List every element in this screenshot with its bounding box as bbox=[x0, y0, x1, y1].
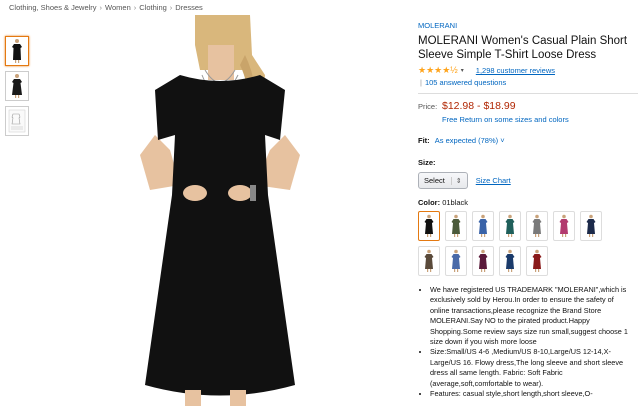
size-label: Size: bbox=[418, 158, 436, 167]
color-label: Color: bbox=[418, 198, 441, 207]
dress-swatch-icon bbox=[505, 249, 515, 272]
answered-questions: | 105 answered questions bbox=[418, 78, 638, 87]
dress-swatch-icon bbox=[424, 249, 434, 272]
star-rating-icon[interactable]: ★★★★½ bbox=[418, 65, 458, 76]
breadcrumb-link-2[interactable]: Clothing bbox=[139, 3, 167, 12]
dress-swatch-icon bbox=[559, 214, 569, 237]
color-swatch[interactable] bbox=[445, 211, 467, 241]
size-row: Select ⇕ Size Chart bbox=[418, 172, 638, 189]
color-swatch[interactable] bbox=[445, 246, 467, 276]
price-value: $12.98 - $18.99 bbox=[442, 100, 516, 112]
thumbnail-strip bbox=[5, 36, 31, 141]
divider bbox=[418, 93, 638, 94]
color-swatch[interactable] bbox=[553, 211, 575, 241]
breadcrumb-sep: › bbox=[169, 3, 173, 12]
dress-swatch-icon bbox=[424, 214, 434, 237]
color-swatch[interactable] bbox=[526, 246, 548, 276]
color-value: 01black bbox=[442, 198, 469, 207]
customer-reviews-link[interactable]: 1,298 customer reviews bbox=[476, 66, 555, 75]
feature-bullet: Features: casual style,short length,shor… bbox=[430, 389, 632, 399]
color-swatches bbox=[418, 211, 628, 281]
breadcrumb-sep: › bbox=[99, 3, 103, 12]
breadcrumb: Clothing, Shoes & Jewelry › Women › Clothing… bbox=[9, 3, 203, 12]
dress-swatch-icon bbox=[505, 214, 515, 237]
product-info-panel: MOLERANI MOLERANI Women's Casual Plain S… bbox=[418, 21, 638, 399]
size-chart-link[interactable]: Size Chart bbox=[476, 176, 511, 185]
price-row: Price: $12.98 - $18.99 bbox=[418, 100, 638, 112]
color-swatch[interactable] bbox=[472, 246, 494, 276]
dress-swatch-icon bbox=[532, 249, 542, 272]
brand-link[interactable]: MOLERANI bbox=[418, 21, 638, 30]
price-label: Price: bbox=[418, 102, 438, 111]
dress-swatch-icon bbox=[586, 214, 596, 237]
dress-thumb-icon bbox=[12, 74, 22, 98]
product-main-image[interactable] bbox=[100, 15, 340, 406]
color-swatch[interactable] bbox=[472, 211, 494, 241]
thumb-front[interactable] bbox=[5, 36, 29, 66]
color-swatch[interactable] bbox=[526, 211, 548, 241]
fit-row: Fit: As expected (78%) ˅ bbox=[418, 136, 638, 145]
dress-swatch-icon bbox=[478, 249, 488, 272]
free-return-link[interactable]: Free Return on some sizes and colors bbox=[442, 115, 638, 124]
color-row: Color: 01black bbox=[418, 198, 638, 207]
feature-bullet: We have registered US TRADEMARK "MOLERAN… bbox=[430, 285, 632, 347]
breadcrumb-link-3[interactable]: Dresses bbox=[175, 3, 203, 12]
size-chart-thumb-icon bbox=[8, 109, 26, 133]
select-caret-icon: ⇕ bbox=[450, 176, 462, 185]
color-swatch[interactable] bbox=[499, 246, 521, 276]
breadcrumb-sep: › bbox=[133, 3, 137, 12]
dress-swatch-icon bbox=[532, 214, 542, 237]
rating-row: ★★★★½ ▾ 1,298 customer reviews bbox=[418, 65, 638, 76]
feature-bullet: Size:Small/US 4-6 ,Medium/US 8-10,Large/… bbox=[430, 347, 632, 389]
dress-swatch-icon bbox=[451, 214, 461, 237]
dress-thumb-icon bbox=[12, 39, 22, 63]
color-swatch[interactable] bbox=[580, 211, 602, 241]
answered-questions-link[interactable]: 105 answered questions bbox=[425, 78, 506, 87]
feature-bullets: We have registered US TRADEMARK "MOLERAN… bbox=[418, 285, 632, 399]
thumb-size-chart[interactable] bbox=[5, 106, 29, 136]
product-title: MOLERANI Women's Casual Plain Short Slee… bbox=[418, 35, 628, 61]
dress-swatch-icon bbox=[478, 214, 488, 237]
breadcrumb-link-1[interactable]: Women bbox=[105, 3, 131, 12]
separator: | bbox=[420, 78, 422, 87]
size-select[interactable]: Select ⇕ bbox=[418, 172, 468, 189]
dress-swatch-icon bbox=[451, 249, 461, 272]
chevron-down-icon[interactable]: ▾ bbox=[461, 67, 464, 74]
fit-label: Fit: bbox=[418, 136, 430, 145]
thumb-side[interactable] bbox=[5, 71, 29, 101]
breadcrumb-link-0[interactable]: Clothing, Shoes & Jewelry bbox=[9, 3, 97, 12]
color-swatch[interactable] bbox=[499, 211, 521, 241]
size-select-value: Select bbox=[424, 176, 445, 185]
chevron-down-icon: ˅ bbox=[500, 136, 505, 145]
color-swatch[interactable] bbox=[418, 211, 440, 241]
fit-value-link[interactable]: As expected (78%) ˅ bbox=[435, 136, 505, 145]
color-swatch[interactable] bbox=[418, 246, 440, 276]
